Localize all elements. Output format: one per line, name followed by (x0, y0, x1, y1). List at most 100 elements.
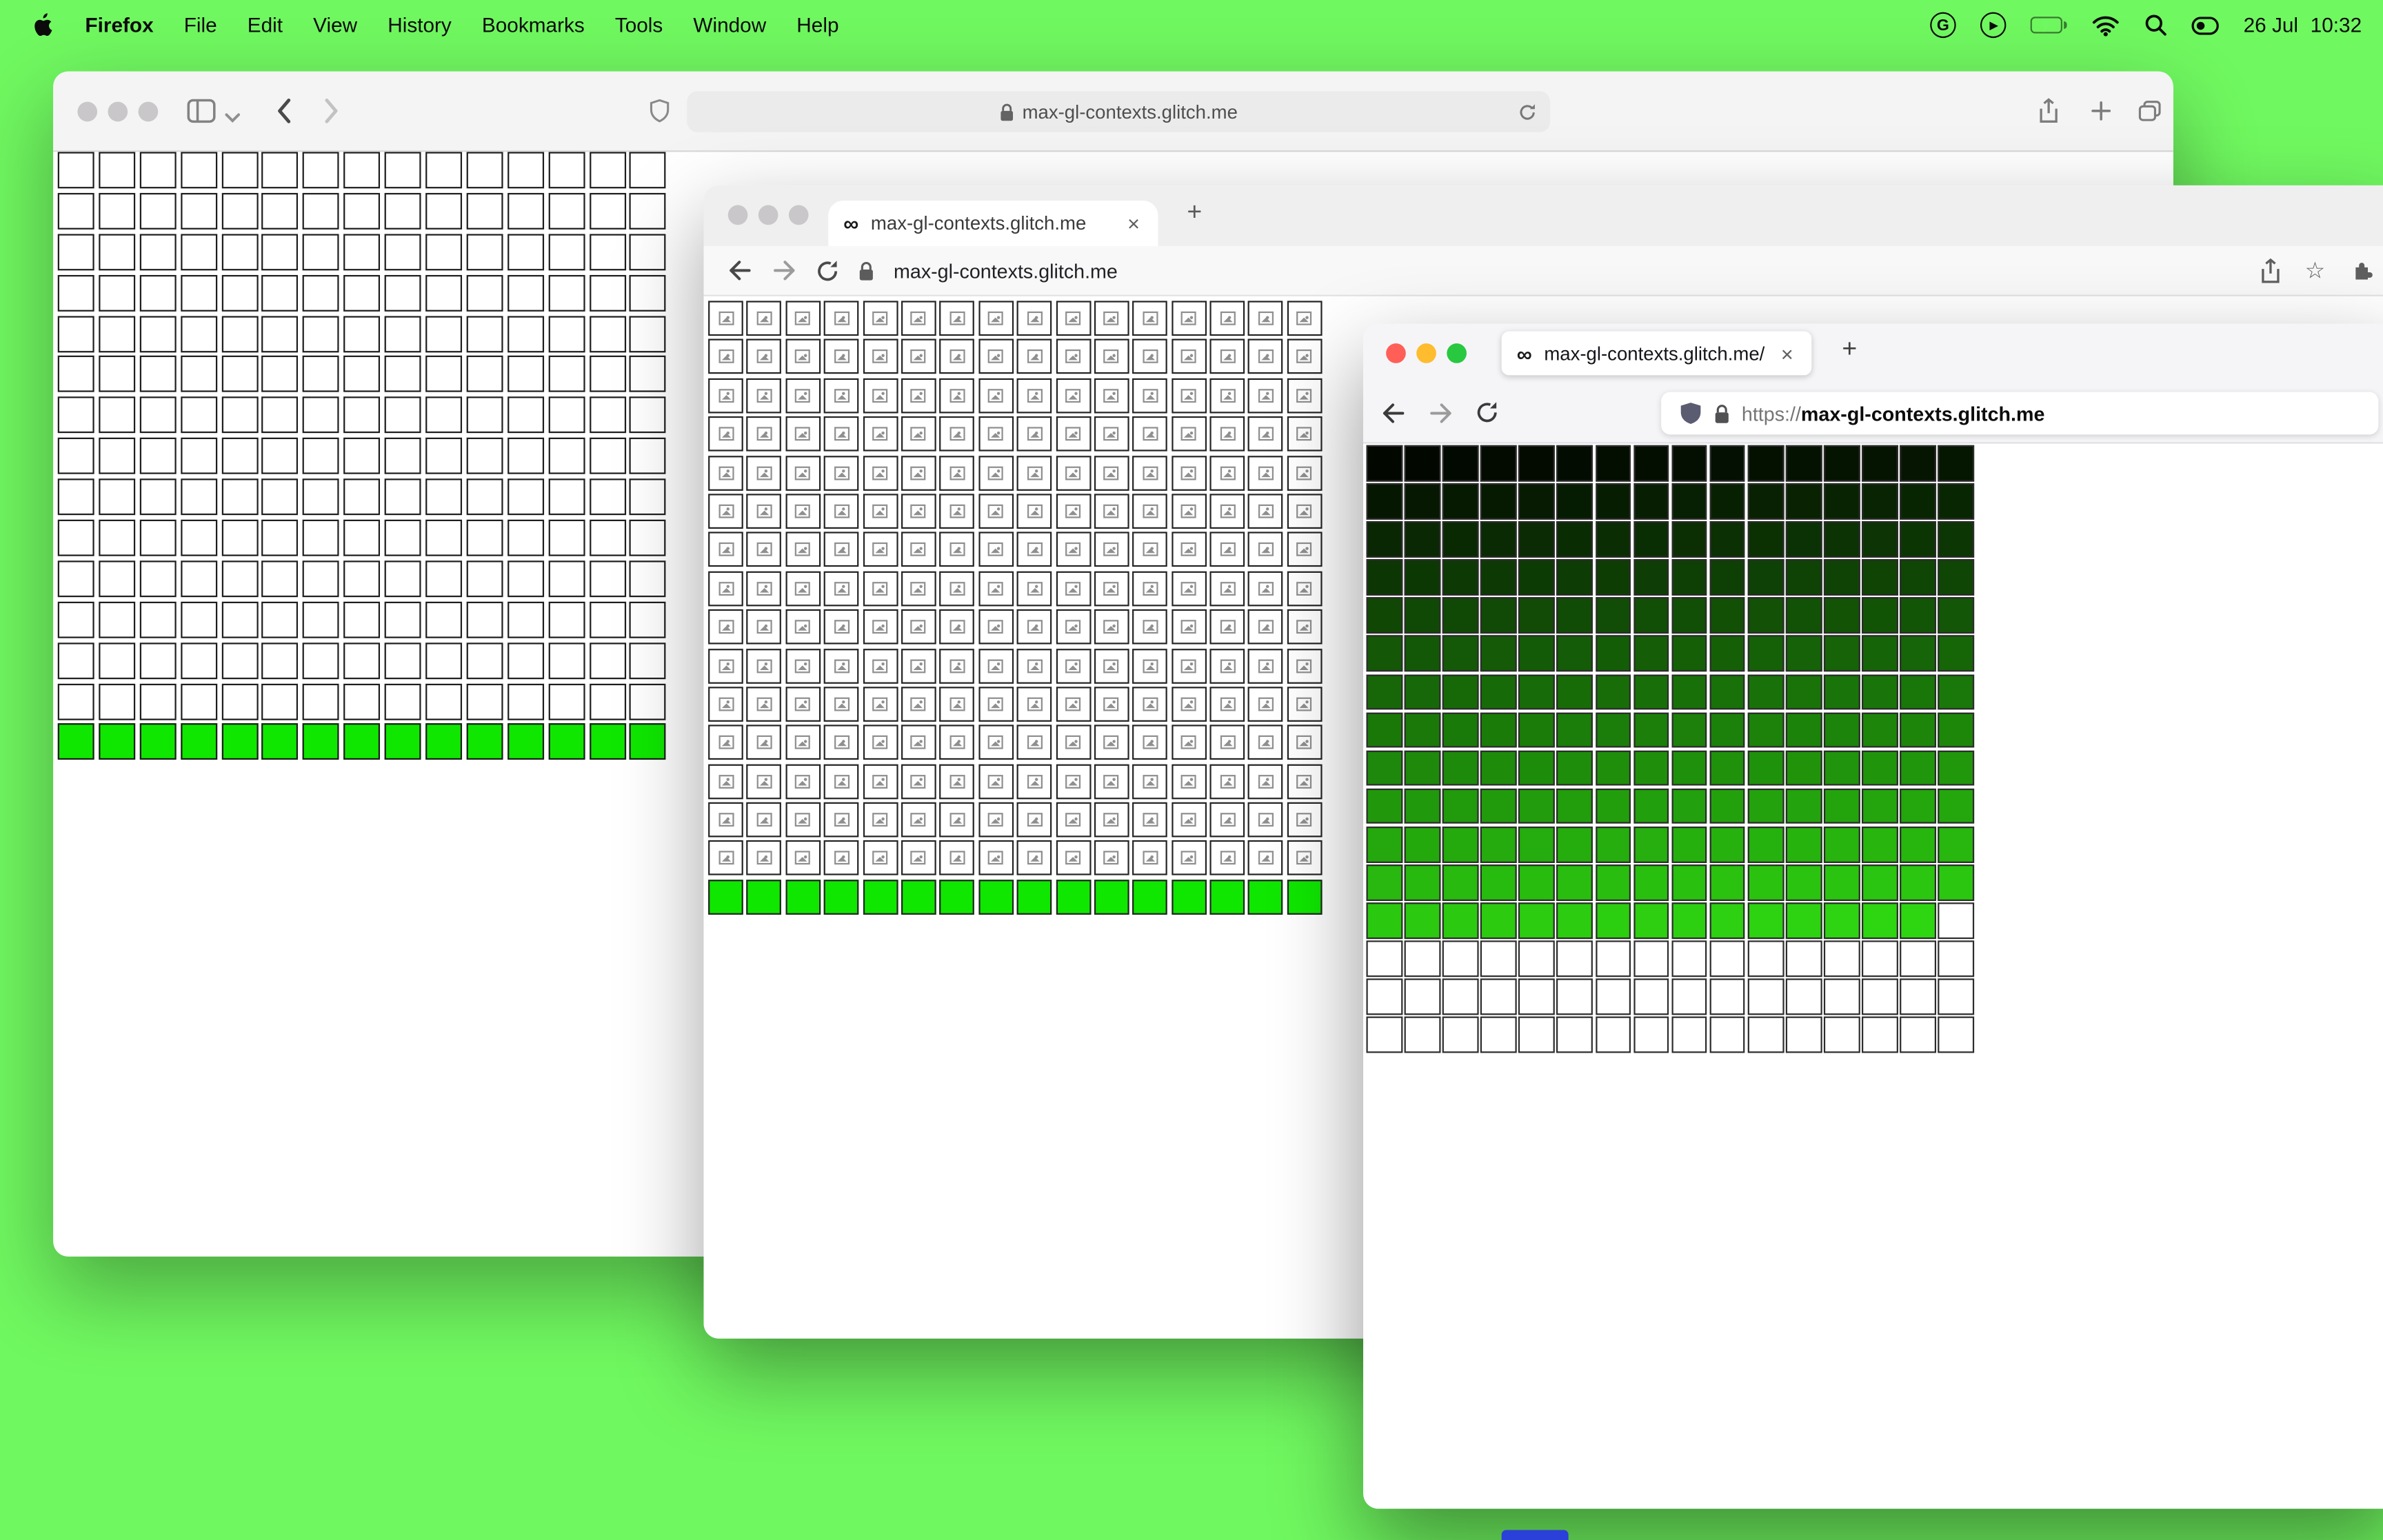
new-tab-icon[interactable] (2091, 101, 2111, 121)
grid-cell (1709, 559, 1746, 596)
grid-cell (978, 339, 1014, 375)
broken-image-icon (1104, 427, 1120, 441)
broken-image-icon (1258, 388, 1274, 403)
minimize-window-button[interactable] (1416, 343, 1436, 363)
menu-file[interactable]: File (169, 14, 232, 37)
grid-cell (862, 802, 898, 838)
lock-icon[interactable] (858, 261, 874, 281)
wifi-icon[interactable] (2091, 14, 2120, 36)
menu-edit[interactable]: Edit (232, 14, 298, 37)
grid-cell (1671, 598, 1707, 634)
grid-cell (1633, 673, 1669, 710)
broken-image-icon (1180, 465, 1197, 480)
tab-strip[interactable]: ∞ max-gl-contexts.glitch.me/ × + (1363, 323, 2383, 383)
menubar-clock[interactable]: 10:32 (2311, 14, 2362, 37)
broken-image-icon (1027, 736, 1043, 750)
back-button[interactable] (1382, 402, 1406, 423)
url-text[interactable]: max-gl-contexts.glitch.me (894, 259, 1118, 282)
now-playing-icon[interactable]: ▶ (1980, 12, 2007, 39)
share-icon[interactable] (2259, 257, 2280, 283)
address-bar[interactable]: max-gl-contexts.glitch.me (687, 91, 1551, 132)
dock-peek[interactable] (1501, 1530, 1569, 1540)
grid-cell (221, 601, 258, 638)
control-center-icon[interactable] (2191, 16, 2220, 34)
grid-cell (507, 438, 544, 475)
browser-tab[interactable]: ∞ max-gl-contexts.glitch.me × (828, 200, 1158, 247)
close-window-button[interactable] (727, 205, 748, 225)
tab-overview-icon[interactable] (2138, 100, 2161, 121)
close-window-button[interactable] (77, 101, 98, 122)
reload-icon[interactable] (816, 259, 839, 282)
grid-cell (1518, 750, 1555, 787)
menu-view[interactable]: View (298, 14, 372, 37)
grid-cell (1209, 802, 1245, 838)
grammarly-icon[interactable]: G (1930, 12, 1956, 39)
forward-button[interactable] (772, 260, 796, 281)
forward-button[interactable] (1429, 402, 1453, 423)
zoom-window-button[interactable] (138, 101, 159, 122)
apple-menu-icon[interactable] (21, 12, 64, 38)
broken-image-icon (795, 311, 811, 325)
new-tab-button[interactable]: + (1187, 198, 1202, 228)
chevron-down-icon[interactable] (225, 113, 241, 124)
back-button[interactable] (728, 260, 752, 281)
grid-cell (1055, 416, 1091, 452)
broken-image-icon (1065, 813, 1081, 827)
broken-image-icon (1219, 774, 1236, 789)
menu-history[interactable]: History (372, 14, 467, 37)
browser-tab[interactable]: ∞ max-gl-contexts.glitch.me/ × (1501, 331, 1812, 376)
tab-strip[interactable]: ∞ max-gl-contexts.glitch.me × + (703, 185, 2383, 247)
broken-image-icon (1180, 427, 1197, 441)
grid-cell (384, 233, 421, 270)
zoom-window-button[interactable] (788, 205, 809, 225)
grid-cell (180, 233, 217, 270)
broken-image-icon (1065, 581, 1081, 596)
grid-cell (630, 642, 667, 679)
zoom-window-button[interactable] (1447, 343, 1467, 363)
broken-image-icon (756, 543, 772, 557)
grid-cell (507, 274, 544, 312)
close-tab-icon[interactable]: × (1778, 343, 1796, 364)
menu-window[interactable]: Window (678, 14, 781, 37)
sidebar-toggle-icon[interactable] (187, 99, 216, 123)
grid-cell (785, 494, 821, 529)
grid-cell (1557, 673, 1593, 710)
address-bar[interactable]: https://max-gl-contexts.glitch.me (1661, 392, 2379, 435)
reload-icon[interactable] (1518, 102, 1536, 122)
reload-icon[interactable] (1476, 401, 1498, 424)
safari-titlebar[interactable]: max-gl-contexts.glitch.me (53, 71, 2173, 152)
menubar-app-name[interactable]: Firefox (70, 14, 168, 37)
minimize-window-button[interactable] (758, 205, 778, 225)
battery-icon[interactable] (2030, 17, 2067, 34)
menu-tools[interactable]: Tools (600, 14, 678, 37)
spotlight-search-icon[interactable] (2144, 14, 2167, 37)
grid-cell (1862, 711, 1898, 748)
grid-cell (139, 438, 177, 475)
grid-cell (1016, 840, 1052, 876)
grid-cell (262, 682, 299, 720)
grid-cell (1287, 687, 1323, 722)
grid-cell (589, 192, 626, 230)
share-icon[interactable] (2038, 98, 2060, 123)
grid-cell (507, 682, 544, 720)
grid-cell (384, 274, 421, 312)
back-button[interactable] (275, 97, 292, 125)
grid-cell (425, 274, 463, 312)
browser-toolbar: https://max-gl-contexts.glitch.me (1363, 383, 2383, 444)
extensions-puzzle-icon[interactable] (2350, 259, 2374, 283)
minimize-window-button[interactable] (108, 101, 128, 122)
close-tab-icon[interactable]: × (1125, 213, 1143, 234)
new-tab-button[interactable]: + (1842, 334, 1857, 365)
forward-button[interactable] (323, 97, 340, 125)
grid-cell (1016, 763, 1052, 799)
menu-bookmarks[interactable]: Bookmarks (467, 14, 600, 37)
grid-cell (630, 682, 667, 720)
grid-cell (630, 601, 667, 638)
grid-cell (1938, 1017, 1975, 1053)
menubar-date[interactable]: 26 Jul (2244, 14, 2298, 37)
menu-help[interactable]: Help (781, 14, 854, 37)
bookmark-star-icon[interactable]: ☆ (2305, 259, 2326, 282)
close-window-button[interactable] (1386, 343, 1406, 363)
privacy-shield-icon[interactable] (649, 99, 670, 123)
grid-cell (180, 438, 217, 475)
